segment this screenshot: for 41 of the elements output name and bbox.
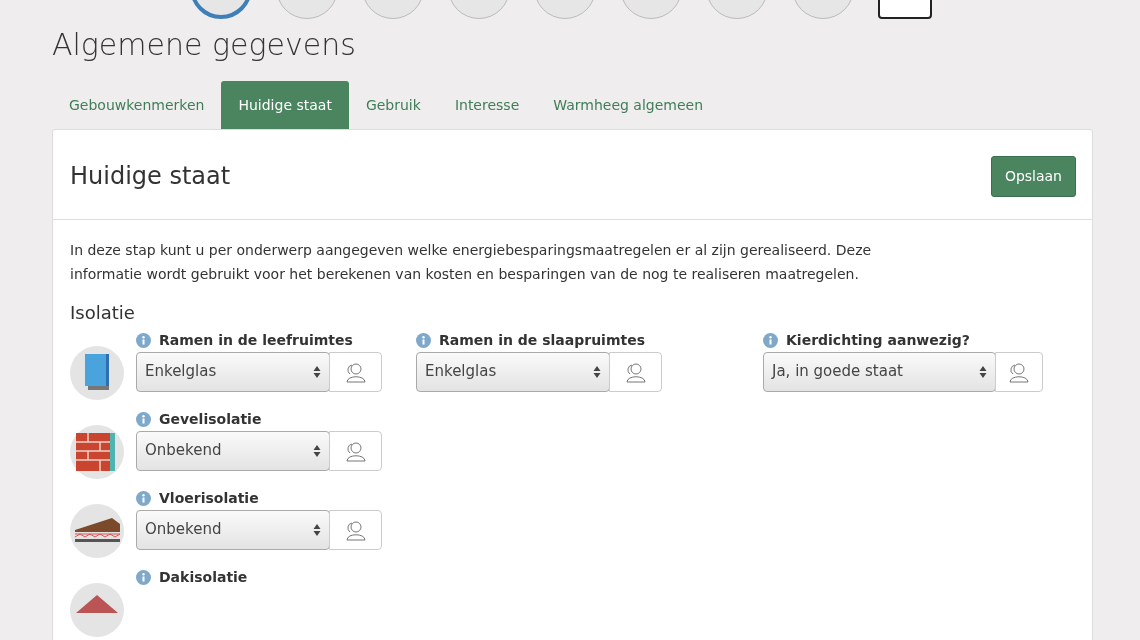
person-button[interactable] [329,509,382,550]
info-icon [136,333,151,349]
info-icon [416,333,431,349]
field-label: Gevelisolatie [159,410,262,430]
select-field[interactable]: Enkelglas [416,351,610,392]
window-icon [70,345,124,400]
select-field[interactable]: Onbekend [136,509,330,550]
select-field[interactable]: Onbekend [136,430,330,471]
tab[interactable]: Gebruik [348,81,438,129]
page-title: Algemene gegevens [52,27,357,63]
roof-icon [70,582,124,637]
field-label: Kierdichting aanwezig? [786,331,970,351]
select-field[interactable]: Ja, in goede staat [763,351,996,392]
person-button[interactable] [329,351,382,392]
info-icon [136,412,151,428]
intro-text: In deze stap kunt u per onderwerp aangegeven welke energiebesparingsmaatregelen er al zijn gerealiseerd. Deze informatie wordt gebruikt voor het berekenen van kosten en besparingen van de nog te realiseren maatregelen. [70,241,873,284]
tab[interactable]: Gebouwkenmerken [52,81,222,129]
field-label: Vloerisolatie [159,489,259,509]
select-field[interactable]: Enkelglas [136,351,330,392]
save-button[interactable]: Opslaan [990,156,1076,197]
person-button[interactable] [609,351,662,392]
sort-caret-icon [313,364,321,379]
floor-layers-icon [70,503,124,558]
info-icon [136,491,151,507]
sort-caret-icon [593,364,601,379]
person-button[interactable] [329,430,382,471]
person-button[interactable] [994,351,1043,392]
field-label: Ramen in de leefruimtes [159,331,353,351]
tab[interactable]: Huidige staat [221,81,349,129]
sort-caret-icon [313,522,321,537]
info-icon [763,333,778,349]
tab[interactable]: Interesse [437,81,537,129]
sort-caret-icon [313,443,321,458]
section-title: Isolatie [70,302,136,324]
field-label: Dakisolatie [159,568,248,588]
panel-title: Huidige staat [70,162,231,191]
brick-wall-icon [70,424,124,479]
info-icon [136,570,151,586]
tab[interactable]: Warmheeg algemeen [536,81,721,129]
sort-caret-icon [978,364,987,379]
field-label: Ramen in de slaapruimtes [439,331,645,351]
